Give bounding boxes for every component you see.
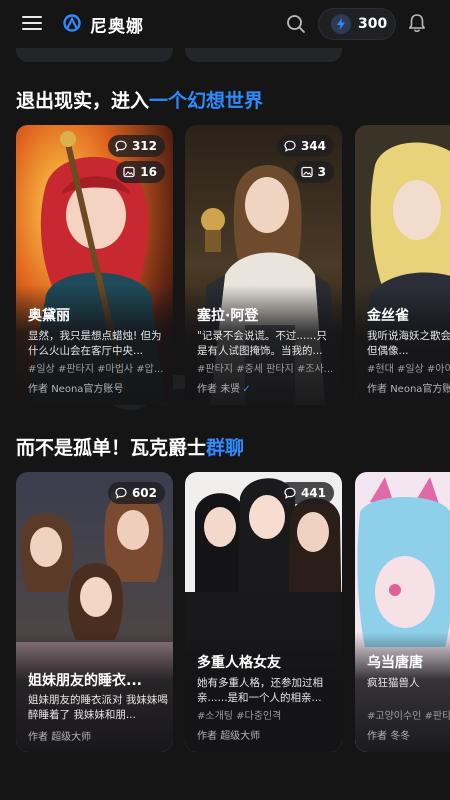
menu-icon[interactable]	[22, 16, 42, 32]
chat-bubble-icon	[284, 487, 296, 499]
card-row-fantasy[interactable]: 312 16 奥黛丽 显然，我只是想点蜡烛! 但为什么火山会在客厅中央... #…	[0, 125, 450, 407]
section-title-text: 退出现实，进入	[16, 90, 150, 112]
character-card[interactable]: 441 多重人格女友 她有多重人格，还参加过相亲......是和一个人的相亲..…	[185, 472, 342, 752]
chat-count: 312	[131, 139, 157, 153]
character-card[interactable]: 金丝雀 我听说海妖之歌会带来死亡。但偶像... #현대 #일상 #아이돌 作者 …	[355, 125, 450, 405]
card-description: 她有多重人格，还参加过相亲......是和一个人的相亲...	[197, 677, 323, 704]
image-count-badge: 16	[116, 161, 165, 183]
lightning-bolt-icon	[331, 14, 351, 34]
verified-check-icon: ✓	[242, 384, 251, 395]
author-name: Neona官方账号	[51, 384, 124, 395]
author-name: 未贤	[220, 384, 241, 395]
section-title-fantasy: 退出现实，进入一个幻想世界	[16, 86, 263, 113]
section-title-highlight: 一个幻想世界	[149, 90, 264, 112]
neona-logo-icon[interactable]	[62, 13, 82, 33]
app-title[interactable]: 尼奥娜	[90, 12, 144, 37]
author-prefix: 作者	[197, 384, 217, 395]
card-name: 姐妹朋友的睡衣...	[28, 673, 142, 689]
credits-button[interactable]: 300	[318, 8, 396, 40]
chat-count: 602	[131, 486, 157, 500]
image-count: 16	[140, 165, 157, 179]
card-tags: #소개팅 #다중인격	[197, 711, 282, 722]
card-description: 显然，我只是想点蜡烛! 但为什么火山会在客厅中央...	[28, 330, 162, 357]
image-count-badge: 3	[293, 161, 334, 183]
chat-count-badge: 312	[107, 135, 165, 157]
author-prefix: 作者	[28, 384, 48, 395]
author-prefix: 作者	[367, 731, 387, 742]
image-count: 3	[317, 165, 326, 179]
author-prefix: 作者	[197, 731, 217, 742]
card-name: 多重人格女友	[197, 655, 281, 671]
author-name: Neona官方账号	[390, 384, 450, 395]
credits-count: 300	[358, 16, 388, 32]
card-name: 金丝雀	[367, 308, 409, 324]
card-name: 乌当唐唐	[367, 655, 423, 671]
chat-count: 344	[300, 139, 326, 153]
chat-count-badge: 441	[276, 482, 334, 504]
author-name: 超级大师	[51, 732, 92, 743]
chat-count-badge: 344	[276, 135, 334, 157]
character-card[interactable]: 乌当唐唐 疯狂猫兽人 #고양이수인 #판타지 作者 冬冬	[355, 472, 450, 752]
card-tags: #고양이수인 #판타지	[367, 711, 450, 722]
chat-bubble-icon	[284, 140, 296, 152]
author-name: 超级大师	[220, 731, 261, 742]
section-title-group-chat: 而不是孤单！瓦克爵士群聊	[16, 433, 244, 460]
character-card[interactable]: 344 3 塞拉·阿登 "记录不会说谎。不过......只是有人试图掩饰。当我的…	[185, 125, 342, 405]
card-description: 姐妹朋友的睡衣派对 我妹妹喝醉睡着了 我妹妹和朋...	[28, 694, 168, 721]
previous-card-edge[interactable]	[185, 48, 342, 62]
card-tags: #현대 #일상 #아이돌	[367, 364, 450, 375]
card-name: 塞拉·阿登	[197, 308, 259, 324]
card-author[interactable]: 作者 超级大师	[28, 728, 173, 743]
previous-card-edge[interactable]	[16, 48, 173, 62]
top-bar: 尼奥娜 300	[0, 0, 450, 48]
card-tags: #일상 #판타지 #마법사 #압...	[28, 364, 164, 375]
card-tags: #판타지 #중세 판타지 #조사...	[197, 364, 334, 375]
character-card[interactable]: 312 16 奥黛丽 显然，我只是想点蜡烛! 但为什么火山会在客厅中央... #…	[16, 125, 173, 405]
section-title-text: 而不是孤单！瓦克爵士	[16, 437, 207, 459]
bell-icon[interactable]	[406, 12, 428, 34]
author-name: 冬冬	[390, 731, 411, 742]
chat-bubble-icon	[115, 487, 127, 499]
card-author[interactable]: 作者 Neona官方账号	[28, 380, 173, 395]
chat-count-badge: 602	[107, 482, 165, 504]
image-icon	[123, 166, 135, 178]
card-description: "记录不会说谎。不过......只是有人试图掩饰。当我的...	[197, 330, 327, 357]
character-card[interactable]: 602 姐妹朋友的睡衣... 姐妹朋友的睡衣派对 我妹妹喝醉睡着了 我妹妹和朋.…	[16, 472, 173, 752]
card-description: 我听说海妖之歌会带来死亡。但偶像...	[367, 330, 450, 357]
search-icon[interactable]	[285, 13, 307, 35]
card-author[interactable]: 作者 超级大师	[197, 727, 342, 742]
image-icon	[301, 166, 313, 178]
chat-count: 441	[300, 486, 326, 500]
card-row-group-chat[interactable]: 602 姐妹朋友的睡衣... 姐妹朋友的睡衣派对 我妹妹喝醉睡着了 我妹妹和朋.…	[0, 472, 450, 754]
author-prefix: 作者	[28, 732, 48, 743]
chat-bubble-icon	[115, 140, 127, 152]
section-title-highlight: 群聊	[206, 437, 245, 459]
card-name: 奥黛丽	[28, 308, 70, 324]
author-prefix: 作者	[367, 384, 387, 395]
card-description: 疯狂猫兽人	[367, 677, 420, 689]
card-author[interactable]: 作者 冬冬	[367, 727, 450, 742]
card-author[interactable]: 作者 Neona官方账号	[367, 380, 450, 395]
card-author[interactable]: 作者 未贤 ✓	[197, 380, 342, 395]
